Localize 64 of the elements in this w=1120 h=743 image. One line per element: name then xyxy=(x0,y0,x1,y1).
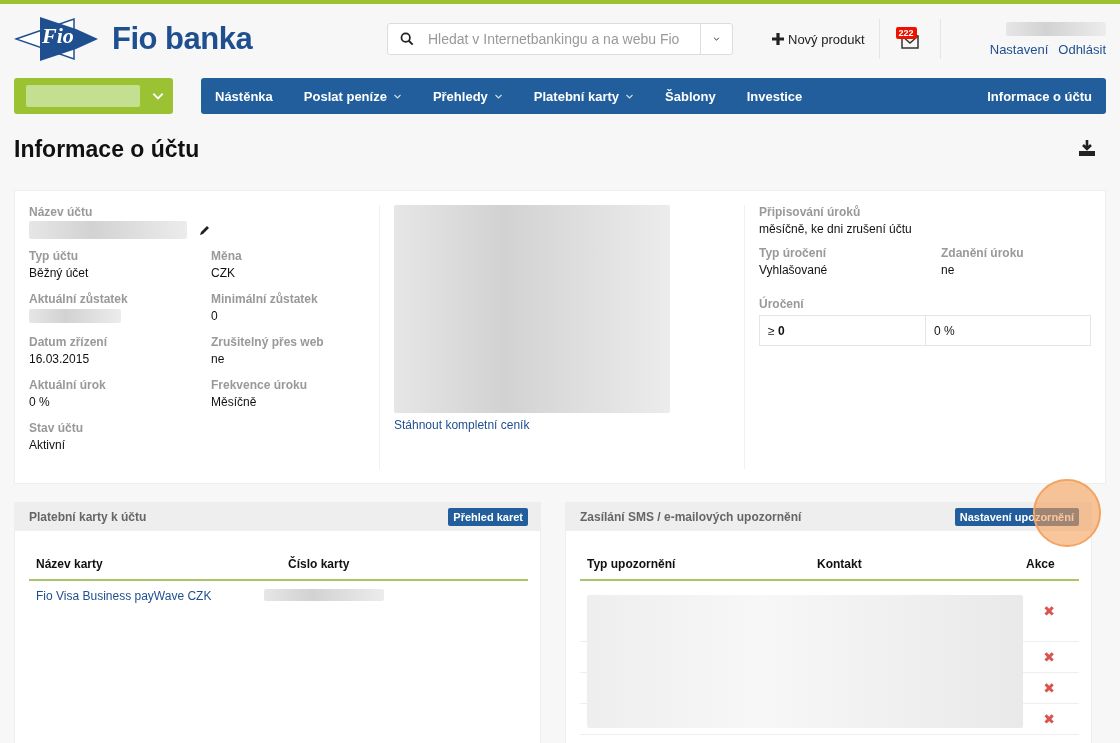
table-cell-text: ≥ 0 xyxy=(767,323,786,340)
field-label: Typ účtu xyxy=(29,249,80,263)
field-label: Typ úročení xyxy=(759,246,828,260)
field-value: ne xyxy=(211,352,226,366)
field-label: Stav účtu xyxy=(29,421,84,435)
column-header: Název karty xyxy=(29,551,281,581)
pricing-link[interactable]: Stáhnout kompletní ceník xyxy=(394,417,634,434)
header-link[interactable]: Odhlásit xyxy=(1058,41,1106,57)
field-value: 16.03.2015 xyxy=(29,352,91,366)
nav-item[interactable]: Platební karty xyxy=(533,88,635,104)
field-value: ne xyxy=(941,263,956,277)
nav-item[interactable]: Přehledy xyxy=(432,88,503,104)
field-label: Zrušitelný přes web xyxy=(211,335,325,349)
field-label: Úročení xyxy=(759,297,805,311)
delete-button[interactable]: ✖ xyxy=(1043,680,1055,696)
delete-button[interactable]: ✖ xyxy=(1043,711,1055,727)
field-value: 0 % xyxy=(29,395,51,409)
delete-button[interactable]: ✖ xyxy=(1043,649,1055,665)
brand-name[interactable]: Fio banka xyxy=(112,21,253,57)
column-header: Číslo karty xyxy=(281,551,528,581)
field-label: Připisování úroků xyxy=(759,205,862,219)
nav-item[interactable]: Informace o účtu xyxy=(987,88,1092,104)
search-icon xyxy=(400,32,414,46)
field-label: Měna xyxy=(211,249,243,263)
field-value: Aktivní xyxy=(29,438,66,452)
field-label: Aktuální úrok xyxy=(29,378,107,392)
field-value: 0 xyxy=(211,309,219,323)
table-cell: 0 % xyxy=(925,316,1090,345)
field-value: CZK xyxy=(211,266,236,280)
search-input[interactable]: Hledat v Internetbankingu a na webu Fio xyxy=(426,30,700,48)
field-label: Frekvence úroku xyxy=(211,378,309,392)
column-header: Typ upozornění xyxy=(580,551,810,581)
column-header: Kontakt xyxy=(810,551,1019,581)
field-value: Měsíčně xyxy=(211,395,258,409)
panel-title: Platební karty k účtu xyxy=(29,510,147,524)
field-label: Název účtu xyxy=(29,205,94,219)
field-label: Minimální zůstatek xyxy=(211,292,319,306)
nav-item[interactable]: Poslat peníze xyxy=(303,88,402,104)
pencil-icon xyxy=(199,224,211,236)
field-value: Vyhlašované xyxy=(759,263,829,277)
field-label: Datum zřízení xyxy=(29,335,108,349)
logo-mark[interactable]: Fio xyxy=(14,15,98,63)
plus-icon xyxy=(771,32,785,46)
search-field[interactable]: Hledat v Internetbankingu a na webu Fio xyxy=(387,23,733,55)
page-title: Informace o účtu xyxy=(14,135,200,163)
card-name-link[interactable]: Fio Visa Business payWave CZK xyxy=(36,589,212,603)
download-icon xyxy=(1078,138,1096,157)
field-label: Aktuální zůstatek xyxy=(29,292,129,306)
logo-text: Fio xyxy=(42,23,74,49)
panel-button[interactable]: Přehled karet xyxy=(448,508,528,526)
header-link[interactable]: Nastavení xyxy=(989,41,1049,57)
edit-button[interactable] xyxy=(199,224,211,236)
messages-button[interactable]: 222 xyxy=(897,26,922,52)
nav-item[interactable]: Nástěnka xyxy=(215,88,273,104)
column-header: Akce xyxy=(1019,551,1079,581)
nav-item[interactable]: Šablony xyxy=(665,88,716,104)
field-value: Běžný účet xyxy=(29,266,90,280)
nav-item[interactable]: Investice xyxy=(746,88,803,104)
message-count-badge: 222 xyxy=(895,26,917,39)
delete-button[interactable]: ✖ xyxy=(1043,603,1055,619)
field-value: měsíčně, ke dni zrušení účtu xyxy=(759,222,913,236)
new-product-button[interactable]: Nový produkt xyxy=(771,19,880,59)
panel-title: Zasílání SMS / e-mailových upozornění xyxy=(580,510,802,524)
field-label: Zdanění úroku xyxy=(941,246,1025,260)
